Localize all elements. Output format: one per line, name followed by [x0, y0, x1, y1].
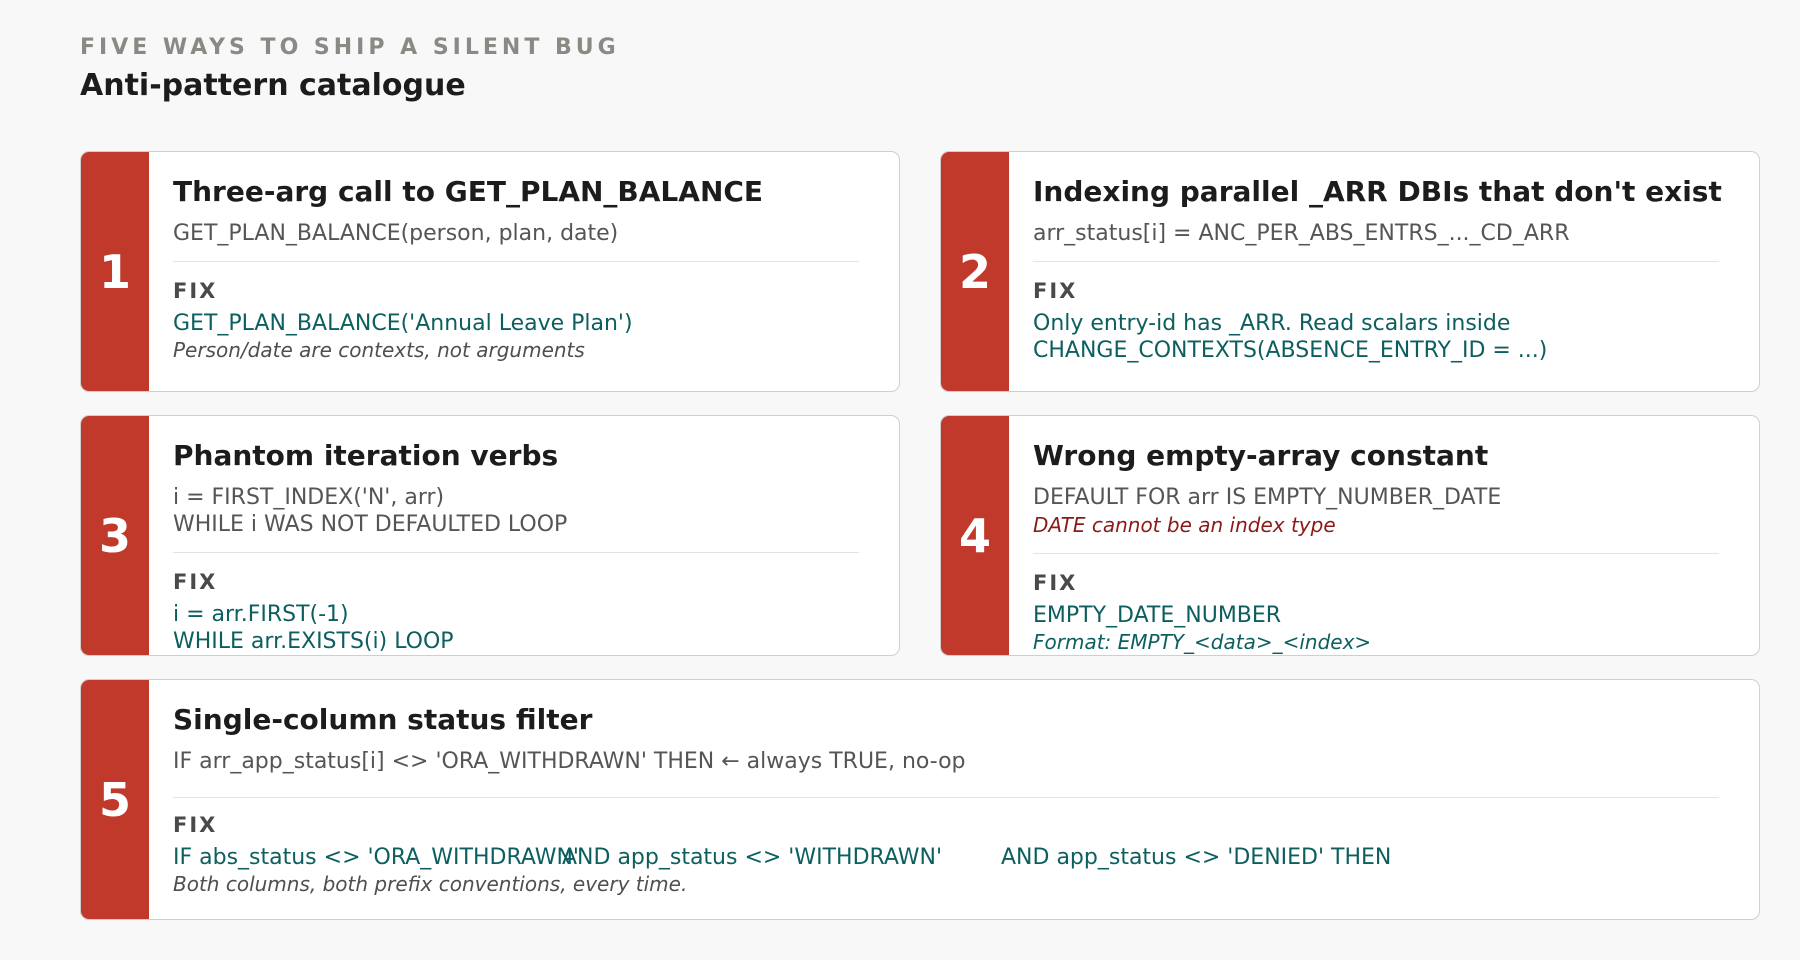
fix-note: Both columns, both prefix conventions, e…: [173, 872, 688, 896]
card-title: Single-column status filter: [173, 703, 593, 736]
anti-pattern-card-2: 2 Indexing parallel _ARR DBIs that don't…: [940, 151, 1760, 392]
card-divider: [173, 261, 859, 262]
bad-code-line: IF arr_app_status[i] <> 'ORA_WITHDRAWN' …: [173, 749, 966, 774]
fix-code-segment: AND app_status <> 'WITHDRAWN': [562, 845, 943, 870]
fix-label: FIX: [1033, 571, 1078, 595]
fix-label: FIX: [1033, 279, 1078, 303]
card-divider: [1033, 553, 1719, 554]
card-divider: [1033, 261, 1719, 262]
bad-code-line: i = FIRST_INDEX('N', arr): [173, 485, 445, 510]
card-number-badge: 5: [81, 680, 149, 919]
bad-code-line: WHILE i WAS NOT DEFAULTED LOOP: [173, 512, 568, 537]
fix-note: Format: EMPTY_<data>_<index>: [1033, 630, 1372, 654]
anti-pattern-card-3: 3 Phantom iteration verbs i = FIRST_INDE…: [80, 415, 900, 656]
bad-code-line: DEFAULT FOR arr IS EMPTY_NUMBER_DATE: [1033, 485, 1502, 510]
fix-code-line: WHILE arr.EXISTS(i) LOOP: [173, 629, 454, 654]
card-divider: [173, 552, 859, 553]
fix-code-line: EMPTY_DATE_NUMBER: [1033, 603, 1282, 628]
card-number-badge: 1: [81, 152, 149, 391]
anti-pattern-card-5: 5 Single-column status filter IF arr_app…: [80, 679, 1760, 920]
page-title: Anti-pattern catalogue: [80, 68, 466, 103]
anti-pattern-card-4: 4 Wrong empty-array constant DEFAULT FOR…: [940, 415, 1760, 656]
card-number-badge: 3: [81, 416, 149, 655]
card-number-badge: 2: [941, 152, 1009, 391]
fix-note: Person/date are contexts, not arguments: [173, 338, 585, 362]
warning-text: DATE cannot be an index type: [1033, 513, 1336, 537]
fix-code-segment: IF abs_status <> 'ORA_WITHDRAWN': [173, 845, 579, 870]
fix-label: FIX: [173, 813, 218, 837]
page-eyebrow: FIVE WAYS TO SHIP A SILENT BUG: [80, 35, 620, 60]
card-title: Three-arg call to GET_PLAN_BALANCE: [173, 175, 764, 208]
card-divider: [173, 797, 1719, 798]
fix-code-line: Only entry-id has _ARR. Read scalars ins…: [1033, 311, 1511, 336]
bad-code-line: arr_status[i] = ANC_PER_ABS_ENTRS_..._CD…: [1033, 221, 1570, 246]
fix-code-line: i = arr.FIRST(-1): [173, 602, 349, 627]
fix-code-line: CHANGE_CONTEXTS(ABSENCE_ENTRY_ID = ...): [1033, 338, 1548, 363]
fix-code-line: GET_PLAN_BALANCE('Annual Leave Plan'): [173, 311, 633, 336]
page-header: FIVE WAYS TO SHIP A SILENT BUG Anti-patt…: [80, 34, 620, 104]
fix-code-segment: AND app_status <> 'DENIED' THEN: [1001, 845, 1392, 870]
anti-pattern-card-1: 1 Three-arg call to GET_PLAN_BALANCE GET…: [80, 151, 900, 392]
card-title: Indexing parallel _ARR DBIs that don't e…: [1033, 175, 1722, 208]
fix-label: FIX: [173, 570, 218, 594]
card-title: Wrong empty-array constant: [1033, 439, 1489, 472]
fix-label: FIX: [173, 279, 218, 303]
fix-code-row: IF abs_status <> 'ORA_WITHDRAWN' AND app…: [173, 844, 1719, 871]
card-number-badge: 4: [941, 416, 1009, 655]
bad-code-line: GET_PLAN_BALANCE(person, plan, date): [173, 221, 619, 246]
card-title: Phantom iteration verbs: [173, 439, 559, 472]
